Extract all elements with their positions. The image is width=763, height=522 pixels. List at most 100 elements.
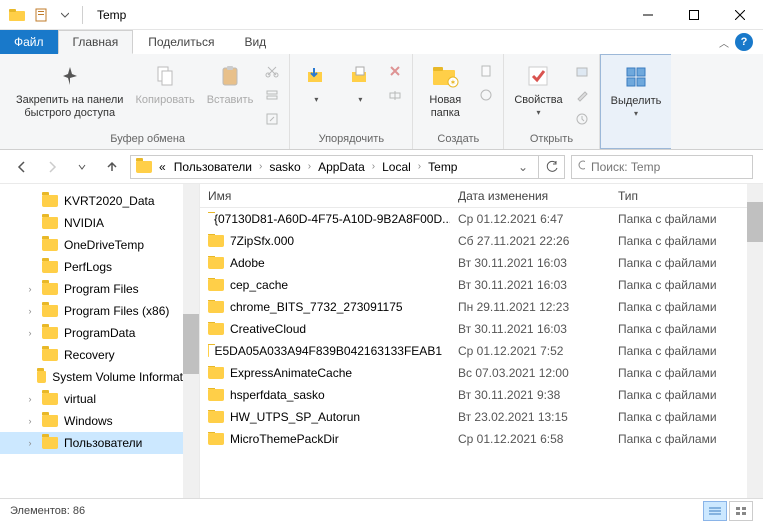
- breadcrumb-segment[interactable]: Local: [378, 160, 415, 174]
- tree-item[interactable]: Recovery: [0, 344, 199, 366]
- table-row[interactable]: MicroThemePackDir Ср 01.12.2021 6:58 Пап…: [200, 428, 747, 450]
- close-button[interactable]: [717, 0, 763, 30]
- cell-type: Папка с файлами: [610, 278, 747, 292]
- search-box[interactable]: [571, 155, 753, 179]
- delete-icon[interactable]: [384, 60, 406, 82]
- tree-scrollbar[interactable]: [183, 184, 199, 498]
- properties-button[interactable]: Свойства ▾: [510, 56, 566, 117]
- expand-icon[interactable]: ›: [24, 306, 36, 316]
- scrollbar-thumb[interactable]: [747, 202, 763, 242]
- properties-icon[interactable]: [30, 4, 52, 26]
- table-row[interactable]: E5DA05A033A94F839B042163133FEAB1 Ср 01.1…: [200, 340, 747, 362]
- cell-date: Вт 30.11.2021 16:03: [450, 322, 610, 336]
- cell-type: Папка с файлами: [610, 256, 747, 270]
- rename-icon[interactable]: [384, 84, 406, 106]
- table-row[interactable]: {07130D81-A60D-4F75-A10D-9B2A8F00D... Ср…: [200, 208, 747, 230]
- table-row[interactable]: ExpressAnimateCache Вс 07.03.2021 12:00 …: [200, 362, 747, 384]
- breadcrumb-segment[interactable]: AppData: [314, 160, 369, 174]
- expand-icon[interactable]: ›: [24, 416, 36, 426]
- breadcrumb-segment[interactable]: Пользователи: [170, 160, 256, 174]
- table-row[interactable]: 7ZipSfx.000 Сб 27.11.2021 22:26 Папка с …: [200, 230, 747, 252]
- tab-view[interactable]: Вид: [229, 30, 281, 54]
- pin-button[interactable]: Закрепить на панели быстрого доступа: [12, 56, 127, 119]
- breadcrumb-segment[interactable]: Temp: [424, 160, 461, 174]
- expand-icon[interactable]: ›: [24, 394, 36, 404]
- tree-item[interactable]: ›virtual: [0, 388, 199, 410]
- chevron-right-icon[interactable]: ›: [415, 161, 424, 172]
- tab-home[interactable]: Главная: [58, 30, 134, 54]
- table-row[interactable]: hsperfdata_sasko Вт 30.11.2021 9:38 Папк…: [200, 384, 747, 406]
- breadcrumb-segment[interactable]: sasko: [265, 160, 304, 174]
- table-row[interactable]: CreativeCloud Вт 30.11.2021 16:03 Папка …: [200, 318, 747, 340]
- expand-icon[interactable]: ›: [24, 328, 36, 338]
- new-item-icon[interactable]: [475, 60, 497, 82]
- tree-item[interactable]: NVIDIA: [0, 212, 199, 234]
- table-row[interactable]: chrome_BITS_7732_273091175 Пн 29.11.2021…: [200, 296, 747, 318]
- help-button[interactable]: ?: [735, 33, 753, 51]
- select-button[interactable]: Выделить ▾: [607, 57, 666, 118]
- history-icon[interactable]: [571, 108, 593, 130]
- paste-button[interactable]: Вставить: [203, 56, 258, 107]
- folder-icon: [208, 257, 224, 269]
- list-scrollbar[interactable]: [747, 184, 763, 498]
- table-row[interactable]: HW_UTPS_SP_Autorun Вт 23.02.2021 13:15 П…: [200, 406, 747, 428]
- details-view-button[interactable]: [703, 501, 727, 521]
- file-tab[interactable]: Файл: [0, 30, 58, 54]
- tree-item[interactable]: ›ProgramData: [0, 322, 199, 344]
- moveto-button[interactable]: ▾: [296, 56, 336, 104]
- tree-item[interactable]: KVRT2020_Data: [0, 190, 199, 212]
- copyto-button[interactable]: ▾: [340, 56, 380, 104]
- content-area: KVRT2020_DataNVIDIAOneDriveTempPerfLogs›…: [0, 184, 763, 498]
- folder-icon[interactable]: [6, 4, 28, 26]
- quick-access-toolbar: [0, 4, 87, 26]
- tree-item[interactable]: System Volume Information: [0, 366, 199, 388]
- table-row[interactable]: cep_cache Вт 30.11.2021 16:03 Папка с фа…: [200, 274, 747, 296]
- chevron-right-icon[interactable]: ›: [256, 161, 265, 172]
- folder-icon: [208, 279, 224, 291]
- search-input[interactable]: [591, 160, 746, 174]
- breadcrumb-dropdown[interactable]: ⌄: [512, 160, 534, 174]
- tab-share[interactable]: Поделиться: [133, 30, 229, 54]
- easy-access-icon[interactable]: [475, 84, 497, 106]
- select-all-icon: [620, 61, 652, 93]
- column-type[interactable]: Тип: [610, 189, 747, 203]
- expand-icon[interactable]: ›: [24, 284, 36, 294]
- file-list[interactable]: Имя Дата изменения Тип {07130D81-A60D-4F…: [200, 184, 763, 498]
- nav-tree[interactable]: KVRT2020_DataNVIDIAOneDriveTempPerfLogs›…: [0, 184, 200, 498]
- table-row[interactable]: Adobe Вт 30.11.2021 16:03 Папка с файлам…: [200, 252, 747, 274]
- breadcrumb-overflow[interactable]: «: [155, 160, 170, 174]
- chevron-down-icon: ▾: [536, 108, 540, 117]
- forward-button[interactable]: [40, 155, 64, 179]
- minimize-button[interactable]: [625, 0, 671, 30]
- column-date[interactable]: Дата изменения: [450, 189, 610, 203]
- cell-date: Вт 30.11.2021 16:03: [450, 256, 610, 270]
- new-folder-button[interactable]: ✶ Новая папка: [419, 56, 471, 119]
- tree-item[interactable]: PerfLogs: [0, 256, 199, 278]
- expand-icon[interactable]: ›: [24, 438, 36, 448]
- paste-shortcut-icon[interactable]: [261, 108, 283, 130]
- refresh-button[interactable]: [539, 155, 565, 179]
- cut-icon[interactable]: [261, 60, 283, 82]
- tree-item[interactable]: OneDriveTemp: [0, 234, 199, 256]
- tree-item[interactable]: ›Пользователи: [0, 432, 199, 454]
- open-icon[interactable]: [571, 60, 593, 82]
- chevron-right-icon[interactable]: ›: [305, 161, 314, 172]
- up-button[interactable]: [100, 155, 124, 179]
- icons-view-button[interactable]: [729, 501, 753, 521]
- column-name[interactable]: Имя: [200, 189, 450, 203]
- back-button[interactable]: [10, 155, 34, 179]
- breadcrumb[interactable]: « Пользователи› sasko› AppData› Local› T…: [130, 155, 539, 179]
- collapse-ribbon-icon[interactable]: ︿: [719, 35, 729, 50]
- tree-item[interactable]: ›Windows: [0, 410, 199, 432]
- recent-dropdown[interactable]: [70, 155, 94, 179]
- scrollbar-thumb[interactable]: [183, 314, 199, 374]
- copy-path-icon[interactable]: [261, 84, 283, 106]
- cell-type: Папка с файлами: [610, 388, 747, 402]
- maximize-button[interactable]: [671, 0, 717, 30]
- copy-button[interactable]: Копировать: [131, 56, 198, 107]
- tree-item[interactable]: ›Program Files (x86): [0, 300, 199, 322]
- edit-icon[interactable]: [571, 84, 593, 106]
- qat-dropdown-icon[interactable]: [54, 4, 76, 26]
- tree-item[interactable]: ›Program Files: [0, 278, 199, 300]
- chevron-right-icon[interactable]: ›: [369, 161, 378, 172]
